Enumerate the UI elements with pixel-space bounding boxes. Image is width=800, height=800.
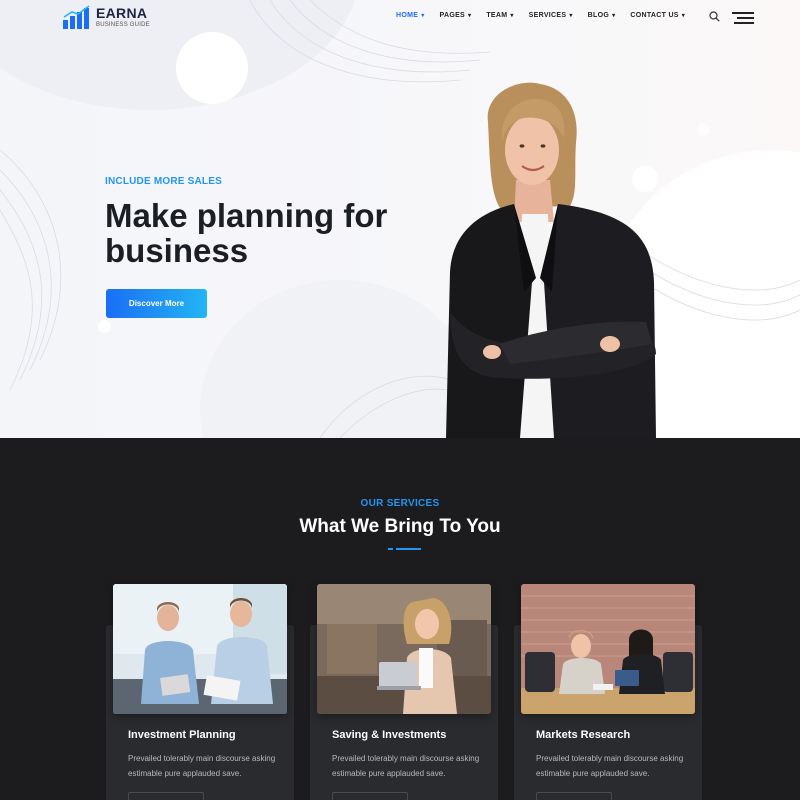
service-photo [317, 584, 491, 714]
brick-office-meeting-image [521, 584, 695, 714]
title-divider [388, 548, 421, 550]
menu-icon[interactable] [732, 12, 754, 24]
services-kicker: OUR SERVICES [360, 498, 440, 509]
service-card-saving-investments[interactable]: Saving & Investments Prevailed tolerably… [310, 584, 498, 800]
read-more-button[interactable] [536, 792, 612, 800]
site-header: EARNA BUSINESS GUIDE HOME ▾ PAGES ▾ TEAM ▾ … [0, 0, 800, 34]
office-meeting-image [113, 584, 287, 714]
service-card-title: Investment Planning [128, 729, 236, 741]
nav-item-blog[interactable]: BLOG ▾ [588, 12, 616, 19]
logo-tagline: BUSINESS GUIDE [96, 22, 150, 28]
service-card-title: Saving & Investments [332, 729, 447, 741]
logo[interactable]: EARNA BUSINESS GUIDE [62, 5, 150, 29]
chevron-down-icon: ▾ [681, 13, 686, 19]
chart-logo-icon [63, 5, 90, 29]
hero-title: Make planning for business [105, 197, 388, 269]
hero-businesswoman-image [446, 82, 656, 438]
service-card-investment-planning[interactable]: Investment Planning Prevailed tolerably … [106, 584, 294, 800]
woman-laptop-image [317, 584, 491, 714]
service-card-title: Markets Research [536, 729, 631, 741]
services-title: What We Bring To You [299, 516, 501, 537]
service-card-markets-research[interactable]: Markets Research Prevailed tolerably mai… [514, 584, 702, 800]
logo-name: EARNA [96, 5, 148, 21]
services-section: OUR SERVICES What We Bring To You Invest… [0, 438, 800, 800]
chevron-down-icon: ▾ [468, 13, 472, 19]
read-more-button[interactable] [128, 792, 204, 800]
nav-item-label: TEAM [486, 12, 508, 19]
service-photo [113, 584, 287, 714]
chevron-down-icon: ▾ [569, 13, 573, 19]
service-card-text: Prevailed tolerably main discourse askin… [332, 754, 480, 778]
nav-item-label: CONTACT US [630, 12, 679, 19]
discover-more-button[interactable]: Discover More [106, 289, 207, 318]
chevron-down-icon: ▾ [510, 13, 514, 19]
service-card-text: Prevailed tolerably main discourse askin… [128, 754, 276, 778]
nav-item-contact[interactable]: CONTACT US ▾ [630, 12, 685, 19]
service-photo [521, 584, 695, 714]
service-card-text: Prevailed tolerably main discourse askin… [536, 754, 684, 778]
chevron-down-icon: ▾ [421, 13, 425, 19]
nav-item-label: PAGES [439, 12, 466, 19]
hero-kicker: INCLUDE MORE SALES [105, 176, 222, 187]
hero-section: EARNA BUSINESS GUIDE HOME ▾ PAGES ▾ TEAM ▾ … [0, 0, 800, 438]
nav-item-pages[interactable]: PAGES ▾ [440, 12, 472, 19]
read-more-button[interactable] [332, 792, 408, 800]
nav-item-label: SERVICES [528, 12, 567, 19]
main-nav: HOME ▾ PAGES ▾ TEAM ▾ SERVICES ▾ BLOG ▾ CONTA… [396, 12, 700, 19]
nav-item-label: BLOG [587, 12, 610, 19]
nav-item-services[interactable]: SERVICES ▾ [529, 12, 573, 19]
nav-item-home[interactable]: HOME ▾ [396, 12, 425, 19]
nav-item-team[interactable]: TEAM ▾ [486, 12, 513, 19]
nav-item-label: HOME [396, 12, 419, 19]
search-icon[interactable] [709, 11, 720, 22]
chevron-down-icon: ▾ [612, 13, 616, 19]
